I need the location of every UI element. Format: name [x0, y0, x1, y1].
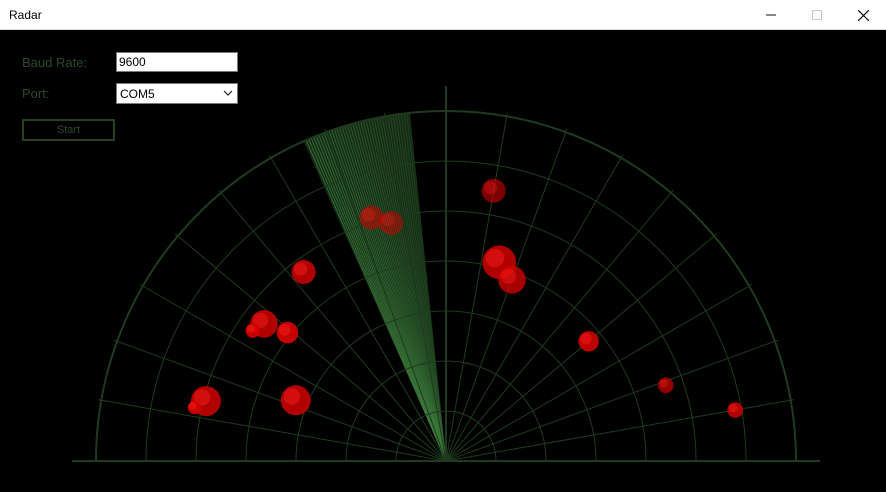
sweep-wedge — [303, 112, 446, 462]
angle-spoke — [445, 339, 779, 462]
port-select[interactable]: COM5 — [116, 83, 238, 104]
radar-grid — [72, 86, 820, 462]
minimize-icon — [766, 14, 776, 16]
port-label: Port: — [22, 86, 50, 101]
radar-target-highlight — [283, 388, 301, 405]
close-button[interactable] — [840, 0, 886, 30]
radar-target-highlight — [381, 213, 395, 227]
maximize-button[interactable] — [794, 0, 840, 30]
title-bar: Radar — [0, 0, 886, 30]
radar-target-highlight — [484, 181, 498, 195]
start-button[interactable]: Start — [22, 119, 115, 141]
radar-target-highlight — [500, 268, 517, 284]
radar-target-highlight — [362, 208, 376, 222]
chevron-down-icon — [223, 90, 233, 96]
radar-target-highlight — [485, 248, 505, 268]
radar-target-highlight — [246, 324, 255, 333]
radar-target-highlight — [580, 333, 592, 345]
radar-target-highlight — [278, 323, 291, 336]
radar-target-highlight — [659, 379, 669, 388]
maximize-icon — [812, 10, 822, 20]
radar-targets — [187, 178, 743, 418]
angle-spoke — [445, 189, 674, 462]
minimize-button[interactable] — [748, 0, 794, 30]
radar-target-highlight — [294, 262, 308, 276]
radar-target-highlight — [189, 402, 197, 410]
close-icon — [857, 9, 869, 21]
window-title: Radar — [9, 8, 42, 22]
angle-spoke — [113, 339, 447, 462]
angle-spoke — [445, 128, 568, 462]
radar-target-highlight — [728, 403, 738, 413]
baud-rate-label: Baud Rate: — [22, 55, 88, 70]
baud-rate-input[interactable] — [116, 52, 238, 72]
port-select-value: COM5 — [120, 87, 155, 101]
radar-sweep — [303, 112, 447, 462]
